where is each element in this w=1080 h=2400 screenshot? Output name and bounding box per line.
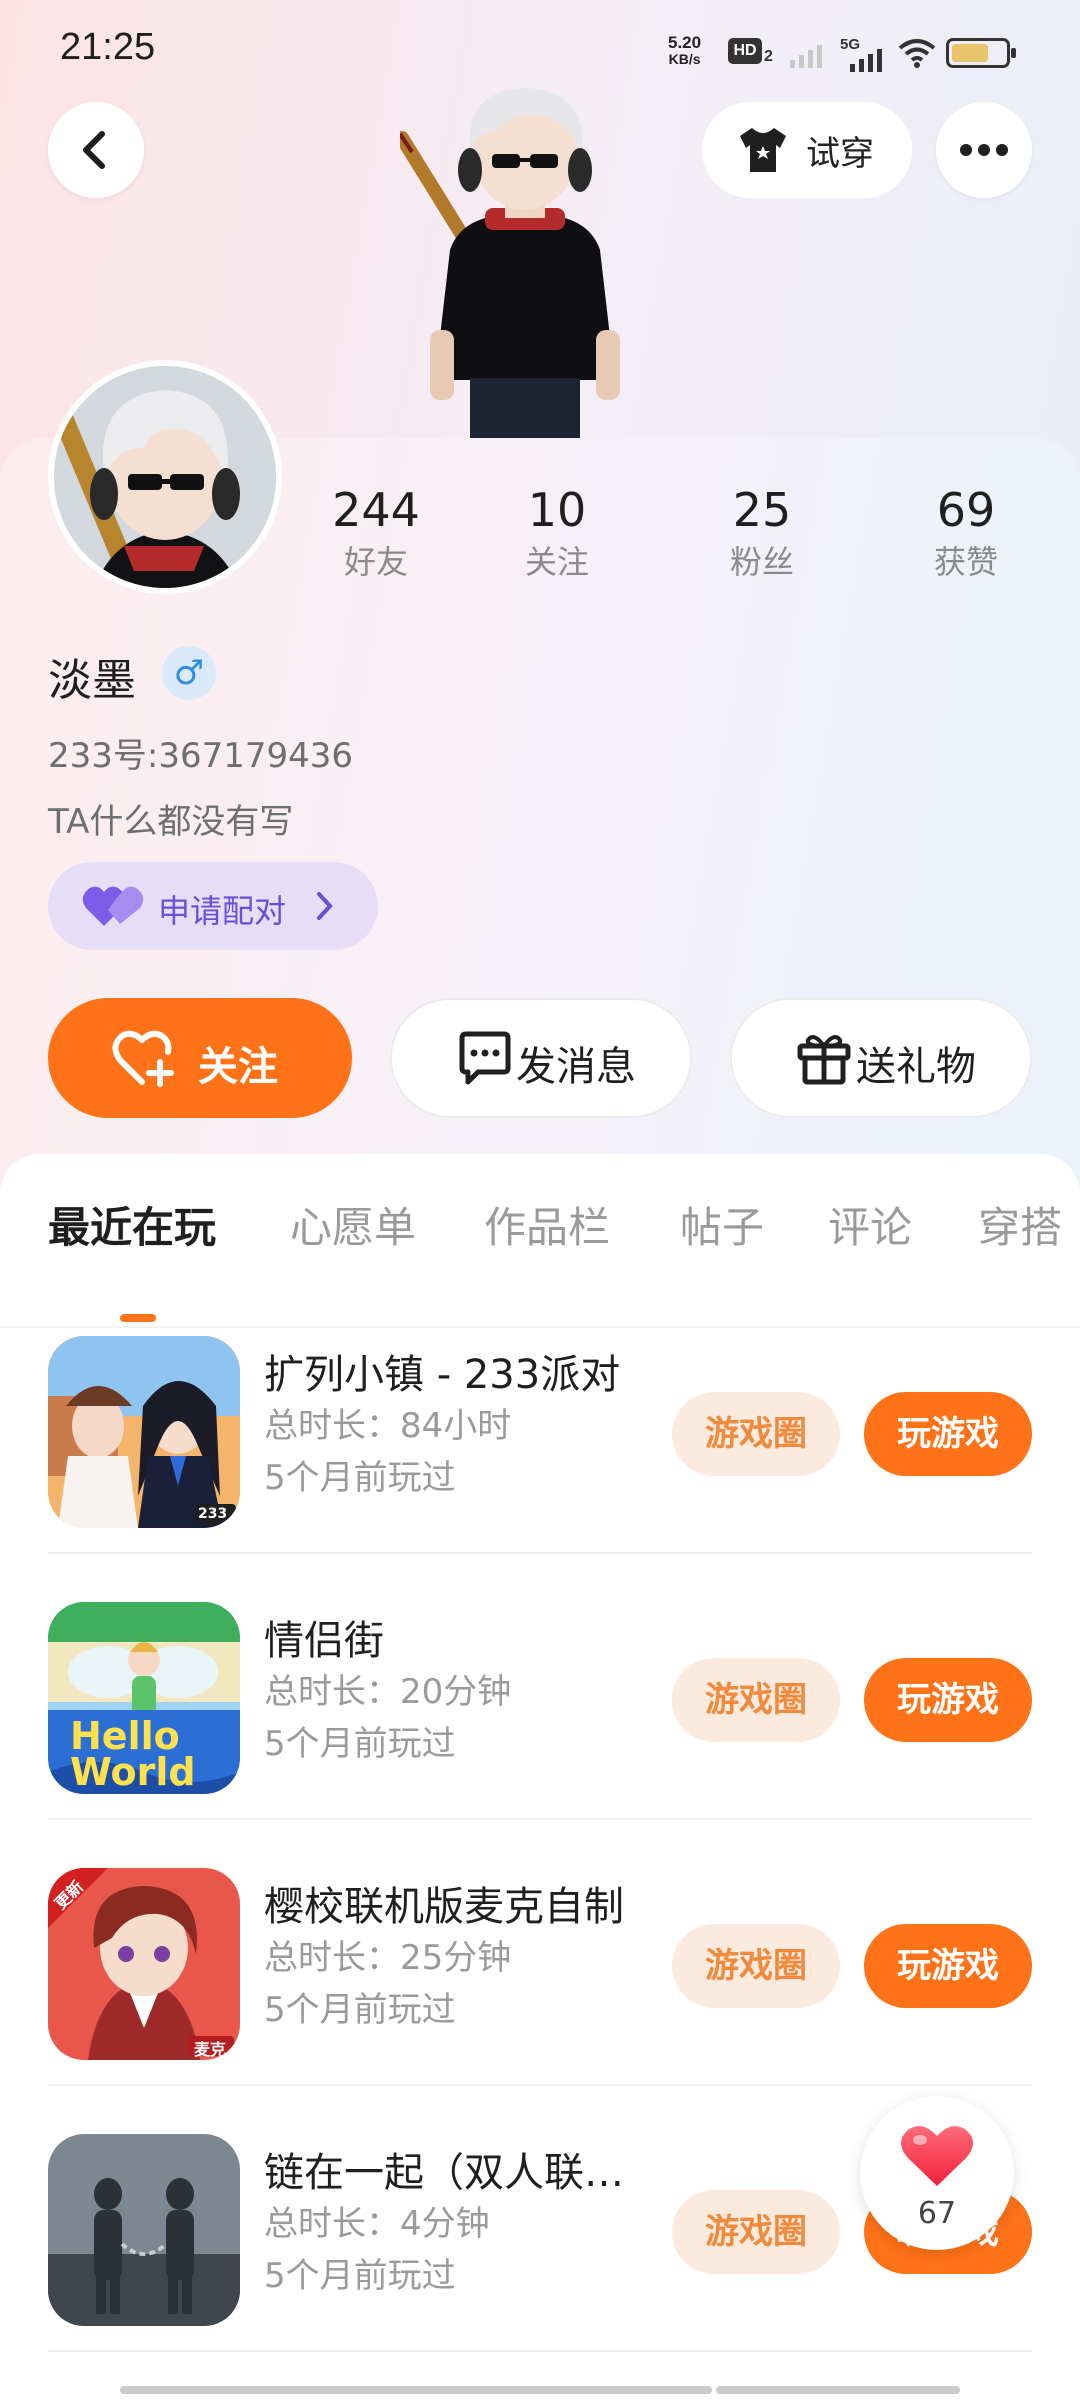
- stat-label: 获赞: [933, 543, 998, 581]
- play-game-button[interactable]: 玩游戏: [864, 1658, 1032, 1742]
- game-last-played: 5个月前玩过: [264, 1458, 456, 1498]
- list-item[interactable]: 更新 麦克 樱校联机版麦克自制 总时长：25分钟 5个月前玩过 游戏圈 玩游戏: [0, 1820, 1080, 2086]
- game-circle-button[interactable]: 游戏圈: [672, 2190, 840, 2274]
- game-last-played: 5个月前玩过: [264, 2256, 456, 2296]
- tab-bar: 最近在玩 心愿单 作品栏 帖子 评论 穿搭: [0, 1194, 1080, 1328]
- tab-comments[interactable]: 评论: [828, 1194, 912, 1255]
- floating-like-button[interactable]: 67: [860, 2096, 1014, 2250]
- game-duration: 总时长：4分钟: [264, 2204, 490, 2244]
- battery-icon: [946, 38, 1016, 68]
- send-gift-button[interactable]: 送礼物: [730, 998, 1032, 1118]
- game-icon-badge: 麦克: [194, 2040, 227, 2059]
- stat-value: 69: [936, 483, 996, 537]
- net-speed-unit: KB/s: [668, 51, 701, 67]
- game-last-played: 5个月前玩过: [264, 1990, 456, 2030]
- game-icon-town: 233: [48, 1336, 240, 1528]
- stat-friends[interactable]: 244 好友: [296, 480, 456, 584]
- try-on-label: 试穿: [806, 134, 874, 174]
- game-title: 樱校联机版麦克自制: [264, 1884, 624, 1930]
- game-icon-hello-world: Hello World: [48, 1602, 240, 1794]
- tab-wishlist[interactable]: 心愿单: [290, 1194, 416, 1255]
- avatar[interactable]: [48, 360, 282, 594]
- game-circle-button[interactable]: 游戏圈: [672, 1924, 840, 2008]
- stat-label: 关注: [524, 543, 589, 581]
- play-game-button[interactable]: 玩游戏: [864, 1924, 1032, 2008]
- send-gift-label: 送礼物: [856, 1044, 976, 1090]
- hd-badge: HD: [728, 38, 762, 64]
- tshirt-icon: [740, 128, 786, 172]
- game-last-played: 5个月前玩过: [264, 1724, 456, 1764]
- bottom-indicator: [120, 2386, 960, 2394]
- gift-icon: [797, 1035, 851, 1085]
- back-button[interactable]: [48, 102, 144, 198]
- more-options-button[interactable]: [936, 102, 1032, 198]
- more-dots-icon: [960, 144, 1008, 156]
- stat-label: 好友: [343, 543, 408, 581]
- heart-plus-icon: [112, 1030, 174, 1087]
- stat-fans[interactable]: 25 粉丝: [682, 480, 842, 584]
- divider: [48, 2350, 1032, 2352]
- game-icon-sakura-school: 更新 麦克: [48, 1868, 240, 2060]
- game-icon-text: World: [70, 1750, 196, 1794]
- stat-value: 25: [732, 483, 792, 537]
- play-game-button[interactable]: 玩游戏: [864, 1392, 1032, 1476]
- wifi-icon: [898, 39, 936, 68]
- chevron-right-icon: [317, 892, 333, 920]
- tab-outfits[interactable]: 穿搭: [978, 1194, 1062, 1255]
- signal-5g-icon: [850, 49, 882, 72]
- stat-value: 244: [332, 483, 420, 537]
- game-title: 扩列小镇 - 233派对: [264, 1352, 621, 1398]
- stat-value: 10: [527, 483, 587, 537]
- profile-page: 21:25 5.20 KB/s HD 2 5G 试穿 244 好友 10 关注 …: [0, 0, 1080, 2400]
- send-message-label: 发消息: [516, 1044, 636, 1090]
- game-title: 链在一起（双人联…: [264, 2150, 624, 2196]
- list-item[interactable]: 233 扩列小镇 - 233派对 总时长：84小时 5个月前玩过 游戏圈 玩游戏: [0, 1288, 1080, 1554]
- game-icon-badge: 233: [198, 1506, 228, 1522]
- signal-icon: [790, 45, 822, 68]
- send-message-button[interactable]: 发消息: [390, 998, 692, 1118]
- back-arrow-icon: [83, 131, 105, 169]
- game-duration: 总时长：84小时: [264, 1406, 512, 1446]
- game-title: 情侣街: [264, 1618, 384, 1664]
- game-duration: 总时长：20分钟: [264, 1672, 512, 1712]
- request-match-button[interactable]: 申请配对: [48, 862, 378, 950]
- follow-button[interactable]: 关注: [48, 998, 352, 1118]
- tab-recently-played[interactable]: 最近在玩: [48, 1194, 216, 1255]
- try-on-button[interactable]: 试穿: [702, 102, 912, 198]
- net-speed-value: 5.20: [668, 33, 702, 52]
- double-heart-icon: [82, 886, 144, 926]
- chat-bubble-icon: [459, 1031, 511, 1085]
- hd-sub: 2: [764, 48, 773, 65]
- net-speed: 5.20 KB/s: [668, 34, 701, 68]
- user-id: 233号:367179436: [48, 736, 354, 776]
- stat-label: 粉丝: [729, 543, 794, 581]
- game-duration: 总时长：25分钟: [264, 1938, 512, 1978]
- list-item[interactable]: Hello World 情侣街 总时长：20分钟 5个月前玩过 游戏圈 玩游戏: [0, 1554, 1080, 1820]
- status-time: 21:25: [60, 26, 156, 68]
- nickname: 淡墨: [48, 655, 136, 706]
- bio-text: TA什么都没有写: [48, 802, 294, 842]
- avatar-figure-illustration: [400, 88, 620, 440]
- male-gender-icon: ♂: [162, 646, 216, 700]
- game-circle-button[interactable]: 游戏圈: [672, 1392, 840, 1476]
- game-icon-chained-together: [48, 2134, 240, 2326]
- like-count: 67: [917, 2196, 957, 2231]
- heart-icon: [901, 2126, 973, 2186]
- game-circle-button[interactable]: 游戏圈: [672, 1658, 840, 1742]
- request-match-label: 申请配对: [158, 892, 287, 930]
- stat-following[interactable]: 10 关注: [477, 480, 637, 584]
- avatar-portrait-illustration: [54, 366, 276, 588]
- tab-works[interactable]: 作品栏: [484, 1194, 610, 1255]
- stat-likes[interactable]: 69 获赞: [886, 480, 1046, 584]
- tab-posts[interactable]: 帖子: [680, 1194, 764, 1255]
- follow-label: 关注: [198, 1044, 278, 1090]
